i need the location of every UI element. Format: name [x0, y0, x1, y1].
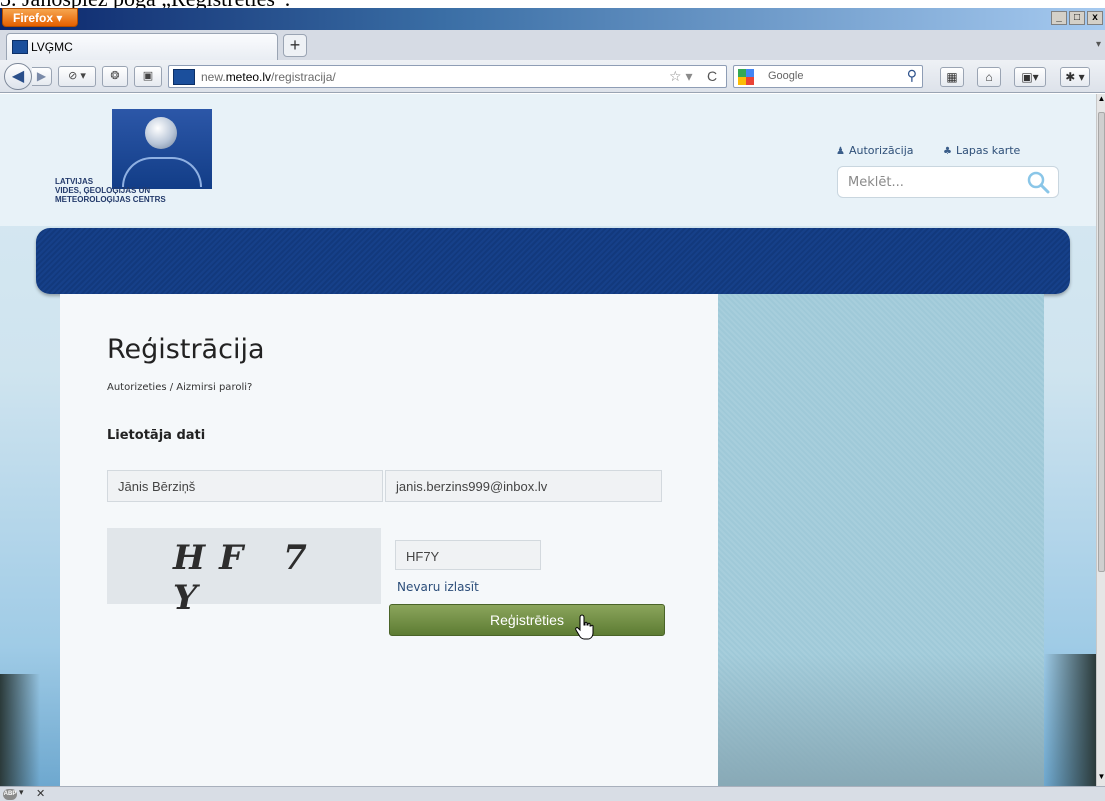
captcha-image: HF 7 Y [107, 528, 381, 618]
tab-strip: LVĢMC + ▾ [0, 30, 1105, 60]
bookmark-icon[interactable]: ▣▾ [1014, 67, 1046, 87]
page-scrollbar[interactable]: ▲ ▼ [1096, 94, 1105, 786]
close-icon[interactable]: ✕ [36, 787, 45, 800]
forward-icon[interactable]: ▶ [32, 67, 52, 86]
name-field[interactable]: Jānis Bērziņš [107, 470, 383, 502]
top-links: ♟ Autorizācija ♣ Lapas karte [836, 144, 1046, 157]
chevron-down-icon[interactable]: ▾ [19, 787, 24, 798]
adblock-icon[interactable]: ABP [3, 789, 17, 800]
email-field[interactable]: janis.berzins999@inbox.lv [385, 470, 662, 502]
close-button[interactable]: x [1087, 11, 1103, 25]
page-title: Reģistrācija [107, 334, 265, 365]
back-icon[interactable]: ◀ [4, 63, 32, 90]
addon-icon[interactable]: ❂ [102, 66, 128, 87]
captcha-input[interactable]: HF7Y [395, 540, 541, 570]
register-button[interactable]: Reģistrēties [389, 604, 665, 636]
tab-title: LVĢMC [31, 40, 73, 54]
google-icon[interactable] [738, 69, 754, 85]
tab-list-icon[interactable]: ▾ [1096, 39, 1101, 50]
url-text: new.meteo.lv/registracija/ [201, 70, 336, 84]
star-icon[interactable]: ☆ ▾ [669, 68, 692, 85]
scroll-down-icon[interactable]: ▼ [1097, 772, 1105, 786]
background-forest [718, 654, 1044, 786]
main-navigation-band [36, 228, 1070, 294]
cant-read-link[interactable]: Nevaru izlasīt [397, 580, 479, 594]
background-trees [0, 674, 40, 786]
scroll-thumb[interactable] [1098, 112, 1105, 572]
firefox-menu-button[interactable]: Firefox ▾ [2, 8, 78, 27]
site-favicon-icon [12, 40, 28, 54]
hand-cursor-icon [575, 614, 594, 640]
reload-icon[interactable]: C [707, 68, 717, 84]
add-on-bar: ABP ▾ ✕ [0, 786, 1105, 801]
navigation-toolbar: ◀ ▶ ⊘ ▾ ❂ ▣ new.meteo.lv/registracija/ ☆… [0, 60, 1105, 93]
search-icon[interactable]: ⚲ [907, 67, 917, 84]
url-bar[interactable]: new.meteo.lv/registracija/ ☆ ▾ C [168, 65, 727, 88]
maximize-button[interactable]: □ [1069, 11, 1085, 25]
document-caption: 3. Jānospiež poga „Reģistrēties”. [0, 0, 290, 11]
window-titlebar: Firefox ▾ _ □ x [0, 8, 1105, 30]
new-tab-button[interactable]: + [283, 34, 307, 57]
site-search-input[interactable]: Meklēt... [837, 166, 1059, 198]
background-trees [1044, 654, 1096, 786]
history-icon[interactable]: ⊘ ▾ [58, 66, 96, 87]
search-engine-name: Google [768, 70, 804, 82]
login-link[interactable]: ♟ Autorizācija [836, 144, 914, 157]
minimize-button[interactable]: _ [1051, 11, 1067, 25]
grid-icon[interactable]: ▦ [940, 67, 964, 87]
browser-search-bar[interactable]: Google ⚲ [733, 65, 923, 88]
scroll-up-icon[interactable]: ▲ [1097, 94, 1105, 108]
lvgmc-logo[interactable]: LATVIJAS VIDES, ĢEOLOĢIJAS UN METEOROLOĢ… [55, 109, 215, 221]
auth-links[interactable]: Autorizeties / Aizmirsi paroli? [107, 382, 252, 393]
section-heading: Lietotāja dati [107, 428, 206, 443]
browser-tab[interactable]: LVĢMC [6, 33, 278, 60]
home-icon[interactable]: ⌂ [977, 67, 1001, 87]
sitemap-link[interactable]: ♣ Lapas karte [943, 144, 1020, 157]
site-identity-icon[interactable] [173, 69, 195, 85]
sitemap-icon: ♣ [943, 146, 952, 157]
page-info-icon[interactable]: ▣ [134, 66, 162, 87]
search-placeholder: Meklēt... [848, 175, 904, 190]
search-icon[interactable] [1026, 170, 1050, 194]
page-viewport: LATVIJAS VIDES, ĢEOLOĢIJAS UN METEOROLOĢ… [0, 94, 1096, 786]
user-icon: ♟ [836, 146, 845, 157]
main-content: Reģistrācija Autorizeties / Aizmirsi par… [60, 294, 718, 786]
site-header: LATVIJAS VIDES, ĢEOLOĢIJAS UN METEOROLOĢ… [0, 94, 1096, 226]
puzzle-icon[interactable]: ✱ ▾ [1060, 67, 1090, 87]
